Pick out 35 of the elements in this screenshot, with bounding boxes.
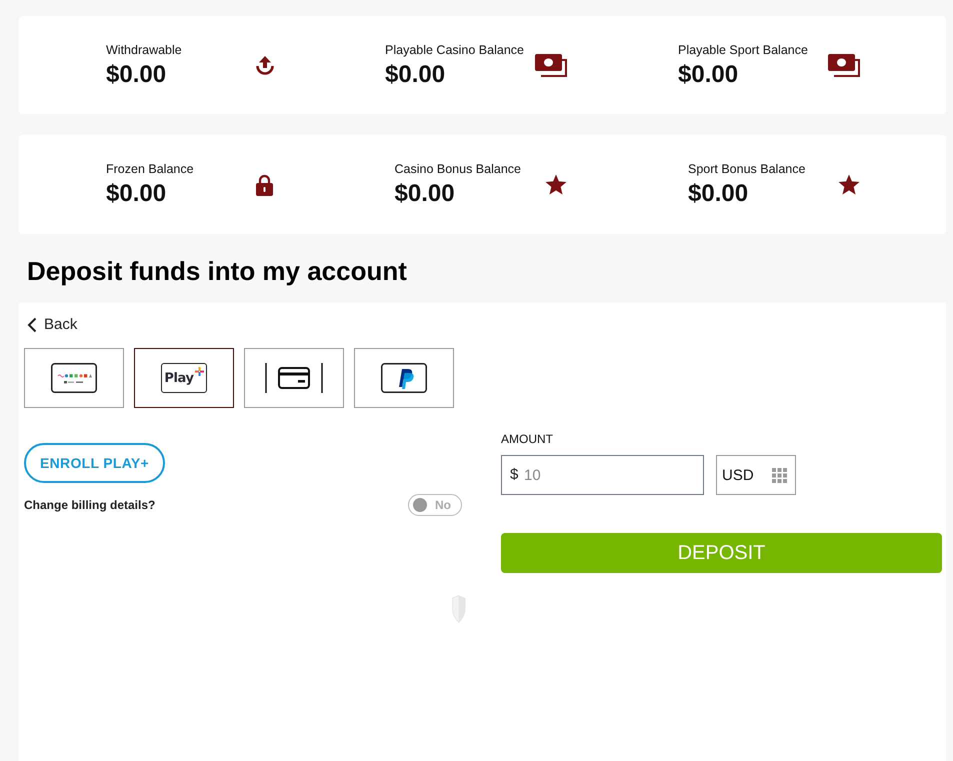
chevron-left-icon — [27, 317, 37, 333]
billing-label: Change billing details? — [24, 498, 156, 512]
page-title: Deposit funds into my account — [27, 255, 407, 287]
balance-label: Frozen Balance — [106, 161, 194, 177]
amount-label: AMOUNT — [501, 431, 553, 447]
balance-label: Playable Casino Balance — [385, 42, 524, 58]
balance-label: Withdrawable — [106, 42, 182, 58]
payment-method-tab[interactable] — [244, 348, 344, 408]
balance-label: Playable Sport Balance — [678, 42, 808, 58]
credit-card-icon — [265, 363, 323, 393]
balance-label: Sport Bonus Balance — [688, 161, 806, 177]
balance-amount: $0.00 — [394, 180, 455, 208]
balance-amount: $0.00 — [688, 180, 748, 208]
payment-method-tab[interactable] — [354, 348, 454, 408]
balance-label: Casino Bonus Balance — [394, 161, 521, 177]
lock-icon — [256, 174, 273, 196]
shield-icon — [452, 595, 466, 623]
upload-arrow-icon — [256, 55, 274, 75]
p-logo-icon — [381, 363, 427, 393]
star-icon — [838, 174, 860, 195]
back-link[interactable]: Back — [27, 315, 78, 335]
currency-symbol: $ — [510, 466, 518, 484]
balance-amount: $0.00 — [385, 60, 446, 88]
balance-amount: $0.00 — [678, 60, 738, 88]
grid-icon — [772, 468, 787, 482]
plus-icon — [194, 367, 204, 376]
cash-icon — [535, 53, 567, 77]
balance-amount: $0.00 — [106, 60, 166, 88]
payment-method-tab[interactable]: Play — [134, 348, 234, 408]
star-icon — [544, 174, 566, 195]
payment-method-tab[interactable] — [24, 348, 124, 408]
cash-icon — [828, 53, 860, 77]
balance-amount: $0.00 — [106, 180, 166, 208]
currency-select[interactable]: USD — [716, 455, 796, 495]
bank-logos-icon — [51, 363, 97, 393]
